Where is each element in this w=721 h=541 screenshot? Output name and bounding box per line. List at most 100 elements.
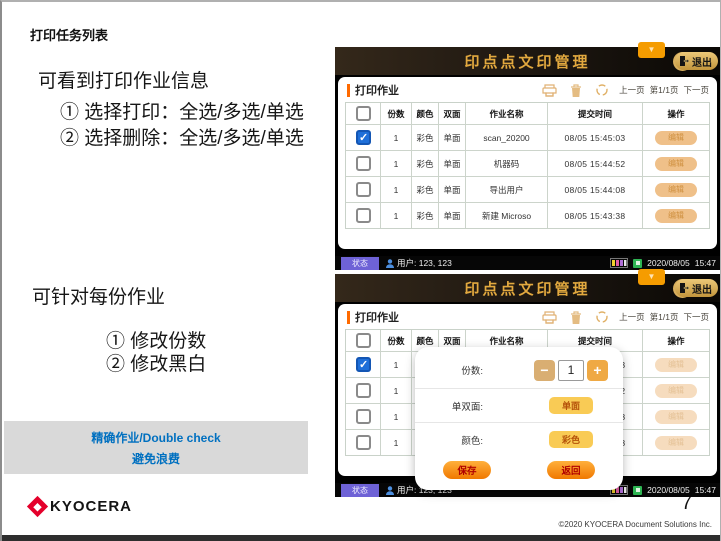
toner-levels-icon <box>610 258 628 268</box>
cell-duplex: 单面 <box>439 151 466 176</box>
user-icon <box>386 259 394 268</box>
chevron-down-icon: ▼ <box>648 273 656 281</box>
cell-name: 新建 Microso <box>466 203 548 228</box>
copies-value: 1 <box>558 360 584 381</box>
exit-button[interactable]: 退出 <box>675 279 718 297</box>
cell-copies: 1 <box>381 151 412 176</box>
kyocera-logo: KYOCERA <box>30 498 132 515</box>
cell-name: 导出用户 <box>466 177 548 202</box>
page-title: 打印任务列表 <box>30 25 108 44</box>
col-copies: 份数 <box>381 103 412 124</box>
edit-button[interactable]: 编辑 <box>655 131 697 145</box>
prev-page-button[interactable]: 上一页 <box>619 311 645 323</box>
select-all-checkbox[interactable] <box>356 106 371 121</box>
plus-button[interactable]: + <box>587 360 608 381</box>
kyocera-logo-icon <box>27 496 48 517</box>
cell-name: scan_20200 <box>466 125 548 150</box>
save-button[interactable]: 保存 <box>443 461 491 479</box>
next-page-button[interactable]: 下一页 <box>683 311 709 323</box>
col-time: 提交时间 <box>548 103 643 124</box>
refresh-icon[interactable] <box>595 310 609 324</box>
note-line-2: 避免浪费 <box>132 450 180 467</box>
row-checkbox[interactable] <box>356 357 371 372</box>
prev-page-button[interactable]: 上一页 <box>619 84 645 96</box>
status-time: 15:47 <box>695 258 716 268</box>
edit-button[interactable]: 编辑 <box>655 384 697 398</box>
section1-item-1: ① 选择打印：全选/多选/单选 <box>60 97 304 124</box>
refresh-icon[interactable] <box>595 83 609 97</box>
edit-button[interactable]: 编辑 <box>655 157 697 171</box>
edit-button[interactable]: 编辑 <box>655 183 697 197</box>
cell-name: 机器码 <box>466 151 548 176</box>
print-icon[interactable] <box>542 84 557 97</box>
cell-copies: 1 <box>381 125 412 150</box>
trash-icon[interactable] <box>570 84 582 97</box>
table-header-row: 份数 颜色 双面 作业名称 提交时间 操作 <box>346 103 709 124</box>
col-duplex: 双面 <box>439 103 466 124</box>
duplex-toggle-button[interactable]: 单面 <box>549 397 593 414</box>
row-checkbox[interactable] <box>356 130 371 145</box>
edit-button[interactable]: 编辑 <box>655 209 697 223</box>
trash-icon[interactable] <box>570 311 582 324</box>
chevron-down-tab[interactable]: ▼ <box>638 269 665 285</box>
color-toggle-button[interactable]: 彩色 <box>549 431 593 448</box>
cell-color: 彩色 <box>412 203 439 228</box>
row-checkbox[interactable] <box>356 156 371 171</box>
chevron-down-tab[interactable]: ▼ <box>638 42 665 58</box>
cell-copies: 1 <box>381 378 412 403</box>
cell-color: 彩色 <box>412 177 439 202</box>
row-checkbox[interactable] <box>356 208 371 223</box>
col-name: 作业名称 <box>466 103 548 124</box>
exit-door-icon <box>680 56 689 66</box>
cell-color: 彩色 <box>412 151 439 176</box>
status-bar: 状态 用户: 123, 123 2020/08/05 15:47 <box>335 256 720 270</box>
row-checkbox[interactable] <box>356 383 371 398</box>
note-line-1: 精确作业/Double check <box>91 429 220 446</box>
accent-bar <box>347 84 350 97</box>
section1-item-2: ② 选择删除：全选/多选/单选 <box>60 123 304 150</box>
edit-job-dialog: 份数: − 1 + 单双面: 单面 颜色: 彩色 <box>415 347 623 490</box>
page-indicator: 第1/1页 <box>650 84 679 96</box>
exit-button-label: 退出 <box>692 54 712 69</box>
section1-heading: 可看到打印作业信息 <box>38 66 209 93</box>
minus-button[interactable]: − <box>534 360 555 381</box>
edit-button[interactable]: 编辑 <box>655 436 697 450</box>
print-icon[interactable] <box>542 311 557 324</box>
row-checkbox[interactable] <box>356 182 371 197</box>
edit-button[interactable]: 编辑 <box>655 358 697 372</box>
table-row: 1 彩色 单面 机器码 08/05 15:44:52 编辑 <box>346 150 709 176</box>
section2-heading: 可针对每份作业 <box>32 282 165 309</box>
cell-copies: 1 <box>381 430 412 455</box>
quantity-stepper: − 1 + <box>534 360 608 381</box>
color-label: 颜色: <box>461 433 519 447</box>
back-button[interactable]: 返回 <box>547 461 595 479</box>
copyright-text: ©2020 KYOCERA Document Solutions Inc. <box>558 520 712 529</box>
cell-time: 08/05 15:45:03 <box>548 125 643 150</box>
table-row: 1 彩色 单面 新建 Microso 08/05 15:43:38 编辑 <box>346 202 709 228</box>
printer-screenshot-2: 印点点文印管理 ▼ ↩ 退出 打印作业 上一页 <box>335 274 720 497</box>
col-copies: 份数 <box>381 330 412 351</box>
cell-time: 08/05 15:44:52 <box>548 151 643 176</box>
copies-label: 份数: <box>461 363 519 377</box>
status-date: 2020/08/05 <box>647 258 690 268</box>
exit-door-icon <box>680 283 689 293</box>
select-all-checkbox[interactable] <box>356 333 371 348</box>
status-ok-icon <box>633 259 642 268</box>
print-jobs-panel: 打印作业 上一页 第1/1页 下一页 份数 <box>338 77 717 249</box>
cell-duplex: 单面 <box>439 203 466 228</box>
exit-button[interactable]: 退出 <box>675 52 718 70</box>
row-checkbox[interactable] <box>356 409 371 424</box>
accent-bar <box>347 311 350 324</box>
slide: 打印任务列表 可看到打印作业信息 ① 选择打印：全选/多选/单选 ② 选择删除：… <box>0 0 721 541</box>
kyocera-logo-text: KYOCERA <box>50 498 132 515</box>
cell-duplex: 单面 <box>439 177 466 202</box>
next-page-button[interactable]: 下一页 <box>683 84 709 96</box>
cell-time: 08/05 15:44:08 <box>548 177 643 202</box>
edit-button[interactable]: 编辑 <box>655 410 697 424</box>
cell-copies: 1 <box>381 404 412 429</box>
app-header: 印点点文印管理 ▼ ↩ 退出 <box>335 274 720 302</box>
row-checkbox[interactable] <box>356 435 371 450</box>
status-badge: 状态 <box>341 257 379 270</box>
status-badge: 状态 <box>341 484 379 497</box>
panel-title: 打印作业 <box>355 82 399 98</box>
